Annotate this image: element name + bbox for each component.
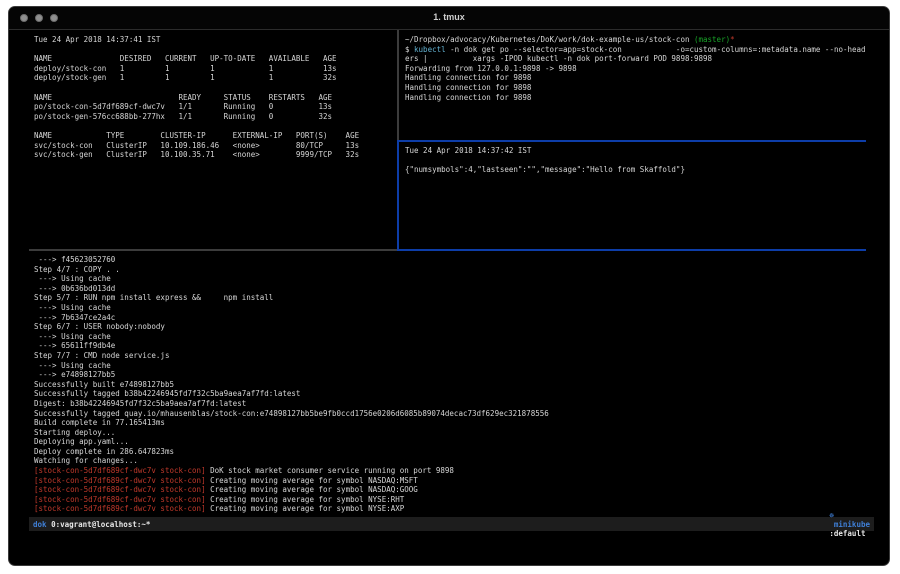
terminal-line: [stock-con-5d7df689cf-dwc7v stock-con] C…	[34, 495, 874, 505]
terminal-line	[34, 45, 397, 55]
terminal-line: ers | xargs -IPOD kubectl -n dok port-fo…	[405, 54, 874, 64]
terminal-line: Deploying app.yaml...	[34, 437, 874, 447]
pane-port-forward[interactable]: ~/Dropbox/advocacy/Kubernetes/DoK/work/d…	[401, 30, 874, 140]
terminal-line: Build complete in 77.165413ms	[34, 418, 874, 428]
window-titlebar[interactable]: 1. tmux	[9, 7, 889, 30]
terminal-line: [stock-con-5d7df689cf-dwc7v stock-con] D…	[34, 466, 874, 476]
terminal-line: {"numsymbols":4,"lastseen":"","message":…	[405, 165, 874, 175]
pane-skaffold-build[interactable]: ---> f45623052760Step 4/7 : COPY . . ---…	[29, 251, 874, 515]
pane-divider-horizontal-right-active[interactable]	[397, 140, 866, 142]
terminal-line: svc/stock-con ClusterIP 10.109.186.46 <n…	[34, 141, 397, 151]
terminal-line: ~/Dropbox/advocacy/Kubernetes/DoK/work/d…	[405, 35, 874, 45]
terminal-line: ---> 65611ff9db4e	[34, 341, 874, 351]
terminal-line	[34, 83, 397, 93]
terminal-line: deploy/stock-gen 1 1 1 1 32s	[34, 73, 397, 83]
terminal-line: NAME DESIRED CURRENT UP-TO-DATE AVAILABL…	[34, 54, 397, 64]
terminal-line: ---> 7b6347ce2a4c	[34, 313, 874, 323]
terminal-line: Digest: b38b42246945fd7f32c5ba9aea7af7fd…	[34, 399, 874, 409]
terminal-line: Step 5/7 : RUN npm install express && np…	[34, 293, 874, 303]
window-title: 1. tmux	[9, 12, 889, 22]
tmux-session-name[interactable]: dok	[33, 520, 47, 529]
terminal-line: ---> e74898127bb5	[34, 370, 874, 380]
terminal-line: Handling connection for 9898	[405, 73, 874, 83]
kube-namespace: :default	[829, 529, 865, 538]
pane-kubectl-watch[interactable]: Tue 24 Apr 2018 14:37:41 IST NAME DESIRE…	[29, 30, 397, 249]
pane-divider-horizontal-left[interactable]	[29, 249, 397, 251]
terminal-line: ---> f45623052760	[34, 255, 874, 265]
terminal-line: deploy/stock-con 1 1 1 1 13s	[34, 64, 397, 74]
kube-context: minikube	[829, 520, 870, 529]
terminal-line: Step 7/7 : CMD node service.js	[34, 351, 874, 361]
terminal-line: ---> Using cache	[34, 274, 874, 284]
terminal-line: Tue 24 Apr 2018 14:37:41 IST	[34, 35, 397, 45]
terminal-line: Watching for changes...	[34, 456, 874, 466]
terminal-line: [stock-con-5d7df689cf-dwc7v stock-con] C…	[34, 485, 874, 495]
terminal-line: Handling connection for 9898	[405, 93, 874, 103]
terminal-line: $ kubectl -n dok get po --selector=app=s…	[405, 45, 874, 55]
terminal-line: NAME READY STATUS RESTARTS AGE	[34, 93, 397, 103]
pane-divider-vertical-top[interactable]	[397, 30, 399, 140]
terminal-line: Successfully tagged b38b42246945fd7f32c5…	[34, 389, 874, 399]
tmux-display: Tue 24 Apr 2018 14:37:41 IST NAME DESIRE…	[29, 30, 874, 560]
terminal-line: Starting deploy...	[34, 428, 874, 438]
terminal-line: Tue 24 Apr 2018 14:37:42 IST	[405, 146, 874, 156]
terminal-line: po/stock-con-5d7df689cf-dwc7v 1/1 Runnin…	[34, 102, 397, 112]
terminal-line: Successfully built e74898127bb5	[34, 380, 874, 390]
terminal-line: NAME TYPE CLUSTER-IP EXTERNAL-IP PORT(S)…	[34, 131, 397, 141]
status-right: ☸ minikube :default	[793, 502, 870, 547]
terminal-line: svc/stock-gen ClusterIP 10.100.35.71 <no…	[34, 150, 397, 160]
kubernetes-icon: ☸	[829, 511, 834, 520]
terminal-line: ---> Using cache	[34, 332, 874, 342]
terminal-line: Successfully tagged quay.io/mhausenblas/…	[34, 409, 874, 419]
terminal-line	[34, 121, 397, 131]
terminal-line: ---> Using cache	[34, 303, 874, 313]
terminal-line: [stock-con-5d7df689cf-dwc7v stock-con] C…	[34, 504, 874, 514]
terminal-line	[405, 156, 874, 166]
terminal-line: Deploy complete in 286.647823ms	[34, 447, 874, 457]
pane-divider-horizontal-bottom-active[interactable]	[397, 249, 866, 251]
terminal-line: po/stock-gen-576cc688bb-277hx 1/1 Runnin…	[34, 112, 397, 122]
terminal-line: Handling connection for 9898	[405, 83, 874, 93]
terminal-line: Step 6/7 : USER nobody:nobody	[34, 322, 874, 332]
pane-curl-output[interactable]: Tue 24 Apr 2018 14:37:42 IST {"numsymbol…	[401, 142, 874, 247]
tmux-status-bar: dok 0:vagrant@localhost:~* ☸ minikube :d…	[29, 517, 874, 531]
terminal-line: [stock-con-5d7df689cf-dwc7v stock-con] C…	[34, 476, 874, 486]
terminal-line: Forwarding from 127.0.0.1:9898 -> 9898	[405, 64, 874, 74]
terminal-line: ---> 0b636bd013dd	[34, 284, 874, 294]
tmux-window-item[interactable]: 0:vagrant@localhost:~*	[51, 520, 150, 529]
pane-divider-vertical-active[interactable]	[397, 140, 399, 251]
terminal-window: 1. tmux Tue 24 Apr 2018 14:37:41 IST NAM…	[8, 6, 890, 566]
terminal-line: ---> Using cache	[34, 361, 874, 371]
terminal-line: Step 4/7 : COPY . .	[34, 265, 874, 275]
